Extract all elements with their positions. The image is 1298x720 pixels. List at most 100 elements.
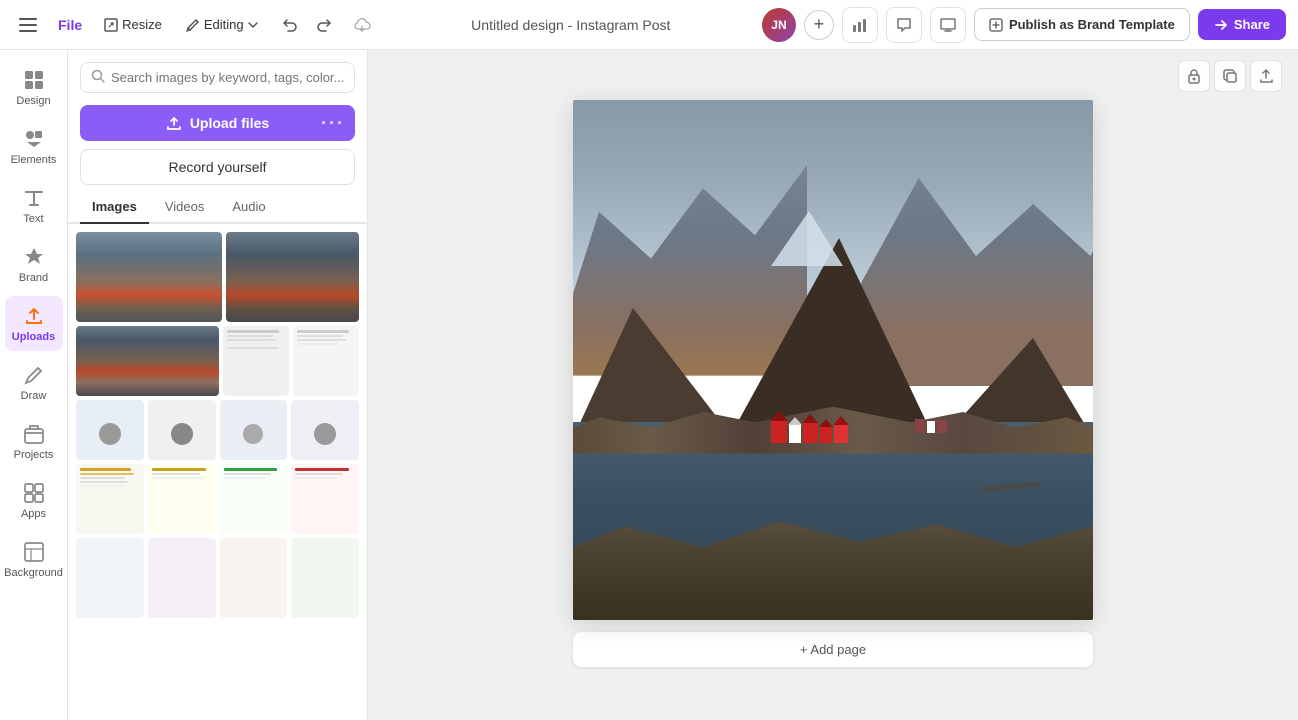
- sidebar-item-label: Elements: [11, 154, 57, 166]
- publish-button[interactable]: Publish as Brand Template: [974, 8, 1190, 41]
- canvas-toolbar: [1178, 60, 1282, 92]
- uploads-panel: Upload files ··· Record yourself Images …: [68, 50, 368, 720]
- sidebar-item-draw[interactable]: Draw: [5, 355, 63, 410]
- gallery-image[interactable]: [293, 326, 359, 396]
- gallery-image[interactable]: [76, 232, 222, 322]
- sidebar-item-label: Design: [16, 95, 50, 107]
- topbar: File Resize Editing: [0, 0, 1298, 50]
- document-title: Untitled design - Instagram Post: [471, 17, 670, 33]
- gallery-image[interactable]: [76, 464, 144, 534]
- tab-images[interactable]: Images: [80, 191, 149, 224]
- undo-button[interactable]: [274, 9, 306, 41]
- canvas[interactable]: [573, 100, 1093, 620]
- share-label: Share: [1234, 17, 1270, 32]
- sidebar: Design Elements Text: [0, 50, 68, 720]
- main-area: Design Elements Text: [0, 50, 1298, 720]
- sidebar-item-label: Background: [4, 567, 63, 579]
- sidebar-item-label: Text: [23, 213, 43, 225]
- sidebar-item-elements[interactable]: Elements: [5, 119, 63, 174]
- sidebar-item-label: Apps: [21, 508, 46, 520]
- copy-button[interactable]: [1214, 60, 1246, 92]
- comments-button[interactable]: [886, 7, 922, 43]
- gallery-image[interactable]: [148, 538, 216, 618]
- gallery-image[interactable]: [223, 326, 289, 396]
- sidebar-item-apps[interactable]: Apps: [5, 473, 63, 528]
- gallery-image[interactable]: [226, 232, 359, 322]
- present-button[interactable]: [930, 7, 966, 43]
- avatar[interactable]: JN: [762, 8, 796, 42]
- gallery-image[interactable]: [220, 464, 288, 534]
- search-input[interactable]: [111, 70, 344, 85]
- topbar-left: File Resize Editing: [12, 9, 380, 41]
- analytics-button[interactable]: [842, 7, 878, 43]
- text-icon: [23, 186, 45, 210]
- gallery-image[interactable]: [76, 326, 219, 396]
- sidebar-item-uploads[interactable]: Uploads: [5, 296, 63, 351]
- images-gallery: [68, 224, 367, 720]
- sidebar-item-design[interactable]: Design: [5, 60, 63, 115]
- sidebar-item-label: Brand: [19, 272, 48, 284]
- editing-label: Editing: [204, 17, 244, 32]
- export-button[interactable]: [1250, 60, 1282, 92]
- undo-redo-group: [274, 9, 340, 41]
- gallery-row: [76, 326, 359, 396]
- background-icon: [23, 540, 45, 564]
- brand-icon: [23, 245, 45, 269]
- gallery-image[interactable]: [291, 538, 359, 618]
- search-area: [68, 50, 367, 99]
- gallery-image[interactable]: [148, 464, 216, 534]
- draw-icon: [23, 363, 45, 387]
- share-button[interactable]: Share: [1198, 9, 1286, 40]
- gallery-image[interactable]: [291, 464, 359, 534]
- sidebar-item-label: Projects: [14, 449, 54, 461]
- media-tabs: Images Videos Audio: [68, 191, 367, 224]
- cloud-save-button[interactable]: [348, 9, 380, 41]
- add-collaborator-button[interactable]: +: [804, 10, 834, 40]
- gallery-image[interactable]: [76, 538, 144, 618]
- upload-files-label: Upload files: [190, 115, 269, 131]
- editing-button[interactable]: Editing: [178, 13, 266, 36]
- uploads-icon: [23, 304, 45, 328]
- panel-actions: Upload files ··· Record yourself: [68, 99, 367, 191]
- gallery-row: [76, 538, 359, 618]
- redo-button[interactable]: [308, 9, 340, 41]
- gallery-image[interactable]: [220, 400, 288, 460]
- add-page-label: + Add page: [800, 642, 866, 657]
- gallery-image[interactable]: [76, 400, 144, 460]
- resize-button[interactable]: Resize: [96, 13, 170, 36]
- design-icon: [23, 68, 45, 92]
- topbar-center: Untitled design - Instagram Post: [388, 17, 754, 33]
- sidebar-item-label: Draw: [21, 390, 47, 402]
- gallery-row: [76, 232, 359, 322]
- gallery-image[interactable]: [148, 400, 216, 460]
- gallery-image[interactable]: [291, 400, 359, 460]
- resize-label: Resize: [122, 17, 162, 32]
- gallery-row: [76, 464, 359, 534]
- sidebar-item-label: Uploads: [12, 331, 55, 343]
- record-yourself-button[interactable]: Record yourself: [80, 149, 355, 185]
- elements-icon: [23, 127, 45, 151]
- menu-button[interactable]: [12, 9, 44, 41]
- add-page-button[interactable]: + Add page: [573, 632, 1093, 667]
- record-label: Record yourself: [168, 159, 266, 175]
- projects-icon: [23, 422, 45, 446]
- sidebar-item-background[interactable]: Background: [5, 532, 63, 587]
- search-icon: [91, 69, 105, 86]
- sidebar-item-text[interactable]: Text: [5, 178, 63, 233]
- publish-label: Publish as Brand Template: [1009, 17, 1175, 32]
- apps-icon: [23, 481, 45, 505]
- tab-audio[interactable]: Audio: [220, 191, 277, 224]
- sidebar-item-projects[interactable]: Projects: [5, 414, 63, 469]
- lock-button[interactable]: [1178, 60, 1210, 92]
- upload-files-button[interactable]: Upload files ···: [80, 105, 355, 141]
- sidebar-item-brand[interactable]: Brand: [5, 237, 63, 292]
- canvas-scene: [573, 100, 1093, 620]
- gallery-image[interactable]: [220, 538, 288, 618]
- file-button[interactable]: File: [52, 13, 88, 37]
- canvas-area: + Add page: [368, 50, 1298, 720]
- search-wrapper: [80, 62, 355, 93]
- upload-more-options[interactable]: ···: [321, 113, 345, 134]
- topbar-right: JN + Publish as Brand Templ: [762, 7, 1286, 43]
- gallery-row: [76, 400, 359, 460]
- tab-videos[interactable]: Videos: [153, 191, 217, 224]
